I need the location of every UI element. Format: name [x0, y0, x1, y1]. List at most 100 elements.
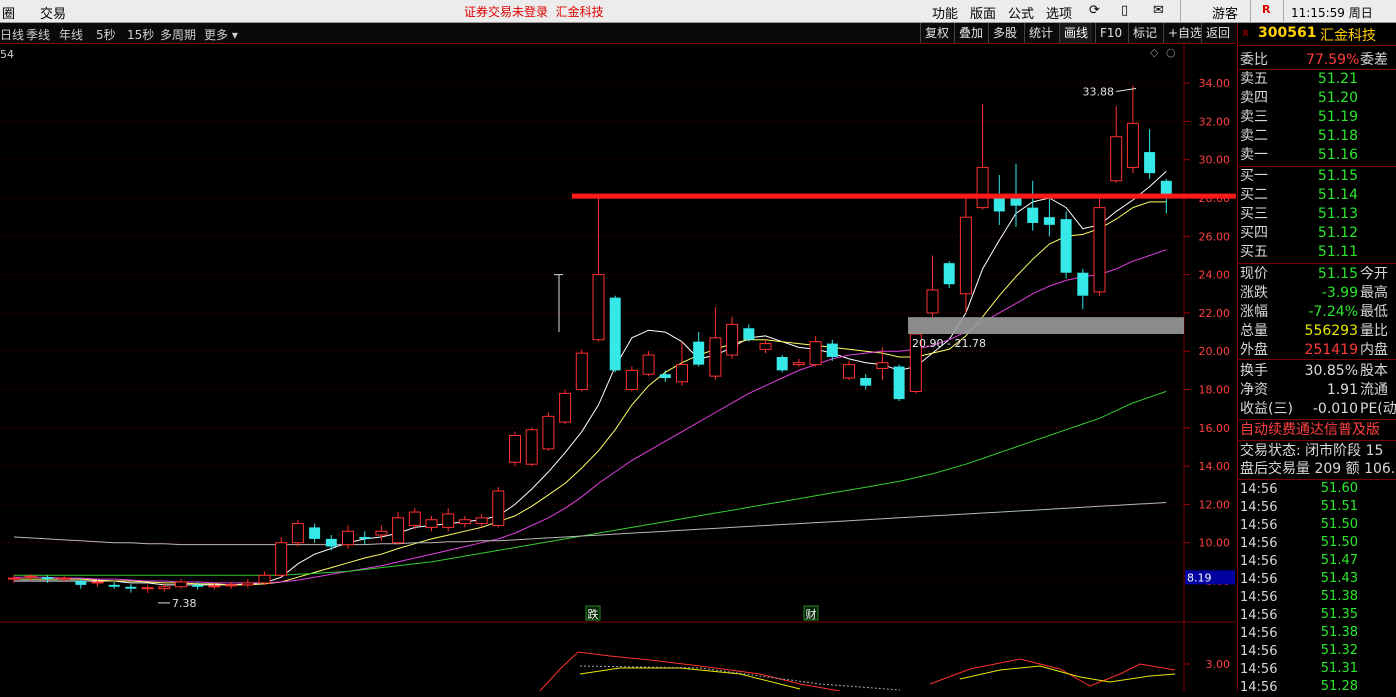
y-tick-label: 16.00 [1199, 422, 1231, 435]
stat-row: 净资 1.91 流通 [1240, 381, 1396, 399]
candle-body-up [24, 575, 37, 578]
tick-row: 14:56 51.43 [1240, 570, 1396, 588]
candle-body-up [575, 352, 588, 391]
title-stock-name: 汇金科技 [555, 5, 604, 19]
candle-body-up [709, 337, 722, 377]
menu-formula[interactable]: 公式 [1008, 3, 1034, 22]
tick-row: 14:56 51.60 [1240, 480, 1396, 498]
y-tick-label: 34.00 [1199, 77, 1231, 90]
stock-name: 汇金科技 [1320, 28, 1376, 44]
candle-body-down [359, 536, 371, 539]
menu-layout[interactable]: 版面 [970, 3, 996, 22]
candle-body-down [192, 584, 204, 587]
candle-body-up [676, 364, 688, 383]
candle-body-down [776, 356, 788, 371]
price-axis-labels: 8.0010.0012.0014.0016.0018.0020.0022.002… [1199, 77, 1231, 588]
candle-body-down [609, 297, 621, 371]
bid-label: 买五 [1240, 244, 1268, 260]
tick-price: 51.38 [1320, 589, 1358, 604]
tick-time: 14:56 [1240, 590, 1278, 605]
period-day[interactable]: 日线 [0, 26, 24, 43]
candle-body-up [458, 519, 471, 525]
candle-body-down [309, 527, 321, 539]
period-5s[interactable]: 5秒 [96, 26, 116, 43]
candle-body-up [158, 586, 171, 590]
candle-body-up [843, 364, 855, 379]
ask-price: 51.19 [1317, 109, 1358, 125]
bid-price: 51.13 [1317, 206, 1358, 222]
menu-options[interactable]: 选项 [1046, 3, 1072, 22]
candle-body-up [91, 581, 104, 584]
candle-body-down [860, 378, 872, 386]
panel-divider [1238, 440, 1396, 441]
candle-body-up [8, 577, 20, 580]
stock-code: 300561 [1258, 25, 1317, 41]
btn-draw[interactable]: 画线 [1059, 23, 1093, 43]
candle-body-down [943, 263, 955, 285]
candles [8, 85, 1172, 593]
candle-body-up [225, 584, 238, 587]
btn-overlay[interactable]: 叠加 [954, 23, 987, 43]
stat-label: 涨跌 [1240, 285, 1268, 301]
period-multi[interactable]: 多周期 [160, 26, 196, 43]
stat-label: 涨幅 [1240, 304, 1268, 320]
period-quarter[interactable]: 季线 [26, 26, 50, 43]
y-tick-label: 18.00 [1199, 384, 1231, 397]
bid-price: 51.15 [1317, 168, 1358, 184]
y-tick-label: 22.00 [1199, 307, 1231, 320]
candle-body-up [976, 166, 989, 209]
mail-icon[interactable]: ✉ [1153, 3, 1164, 18]
ma-line [14, 201, 1167, 586]
phone-icon[interactable]: ▯ [1121, 3, 1128, 18]
r-badge: R [1262, 3, 1271, 16]
btn-back[interactable]: 返回 [1201, 23, 1234, 43]
panel-divider [1238, 263, 1396, 264]
stat-value: -7.24% [1308, 304, 1358, 320]
tick-row: 14:56 51.51 [1240, 498, 1396, 516]
candle-body-up [208, 585, 221, 588]
ask-label: 卖四 [1240, 90, 1268, 106]
candle-body-up [559, 392, 572, 423]
tick-time: 14:56 [1240, 626, 1278, 641]
period-more[interactable]: 更多 ▾ [204, 26, 238, 43]
refresh-icon[interactable]: ⟳ [1089, 3, 1100, 18]
min-price-label: 7.38 [172, 597, 197, 610]
ask-row: 卖三 51.19 [1240, 108, 1396, 126]
btn-stats[interactable]: 统计 [1024, 23, 1057, 43]
btn-f10[interactable]: F10 [1095, 23, 1126, 43]
candle-body-up [1110, 136, 1123, 182]
stat-value: 556293 [1304, 323, 1358, 339]
promo-banner: 自动续费通达信普及版 [1240, 422, 1380, 438]
btn-adjust[interactable]: 复权 [920, 23, 953, 43]
candle-body-up [926, 289, 939, 314]
bid-price: 51.11 [1317, 244, 1358, 260]
candle-body-down [826, 343, 838, 357]
after-hours: 盘后交易量 209 额 106. [1240, 461, 1396, 477]
btn-multi-stock[interactable]: 多股 [988, 23, 1021, 43]
stat-label: 外盘 [1240, 342, 1268, 358]
menu-item-trade[interactable]: 交易 [40, 3, 66, 22]
period-15s[interactable]: 15秒 [127, 26, 154, 43]
candle-body-up [792, 362, 805, 366]
tick-time: 14:56 [1240, 500, 1278, 515]
login-notice: 证券交易未登录 汇金科技 [464, 3, 604, 20]
menu-function[interactable]: 功能 [932, 3, 958, 22]
stat-label: 收益(三) [1240, 401, 1293, 417]
tick-time: 14:56 [1240, 608, 1278, 623]
btn-mark[interactable]: 标记 [1128, 23, 1161, 43]
btn-add-watchlist[interactable]: +自选 [1163, 23, 1206, 43]
tick-row: 14:56 51.35 [1240, 606, 1396, 624]
candle-body-up [809, 341, 822, 366]
stat-row: 外盘 251419 内盘 [1240, 341, 1396, 359]
user-name[interactable]: 游客 [1212, 3, 1238, 22]
candlestick-chart[interactable]: 8.0010.0012.0014.0016.0018.0020.0022.002… [0, 44, 1236, 691]
period-year[interactable]: 年线 [59, 26, 83, 43]
candle-body-down [893, 366, 905, 400]
stat-label-2: 内盘 [1360, 342, 1388, 358]
tick-row: 14:56 51.50 [1240, 534, 1396, 552]
menu-item-left-0[interactable]: 圈 [2, 3, 15, 22]
tick-price: 51.50 [1320, 535, 1358, 550]
trade-state-row: 交易状态: 闭市阶段 15 [1240, 442, 1396, 460]
sub-indicator-panel: 3.00 [539, 651, 1230, 691]
signal-line-2 [959, 665, 1176, 683]
